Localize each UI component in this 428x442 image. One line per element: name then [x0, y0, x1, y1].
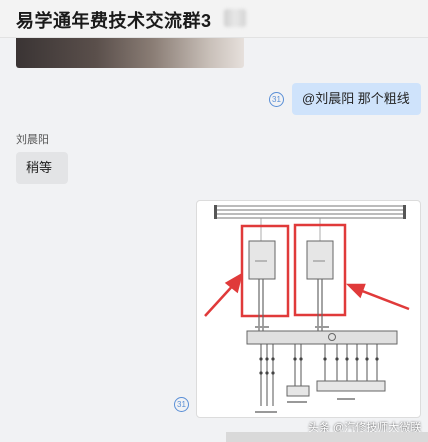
wiring-diagram [204, 205, 410, 413]
control-unit [246, 330, 398, 345]
top-bus-lines [217, 205, 405, 219]
bus-end-markers [214, 205, 406, 219]
left-module [248, 240, 276, 280]
feed-lines [260, 218, 321, 241]
wiring-diagram-image[interactable] [196, 200, 421, 418]
lower-wires [260, 344, 378, 406]
sender-name: 刘晨阳 [16, 134, 49, 146]
outgoing-message-bubble[interactable]: @刘晨阳 那个粗线 [292, 83, 421, 115]
image-message-thumbnail[interactable] [16, 38, 244, 68]
read-count-badge[interactable]: 31 [269, 92, 284, 107]
connector-dots [259, 357, 379, 375]
group-title: 易学通年费技术交流群3 [16, 11, 212, 31]
lower-component-b [316, 380, 386, 392]
incoming-message-bubble[interactable]: 稍等 [16, 152, 68, 184]
module-wires [258, 279, 323, 331]
chat-header: 易学通年费技术交流群3 [0, 0, 428, 38]
read-count-badge[interactable]: 31 [174, 397, 189, 412]
input-area-edge [226, 432, 428, 442]
title-redaction [224, 9, 246, 27]
right-module [306, 240, 334, 280]
lower-component-a [286, 385, 310, 397]
highlight-arrows [204, 272, 410, 317]
